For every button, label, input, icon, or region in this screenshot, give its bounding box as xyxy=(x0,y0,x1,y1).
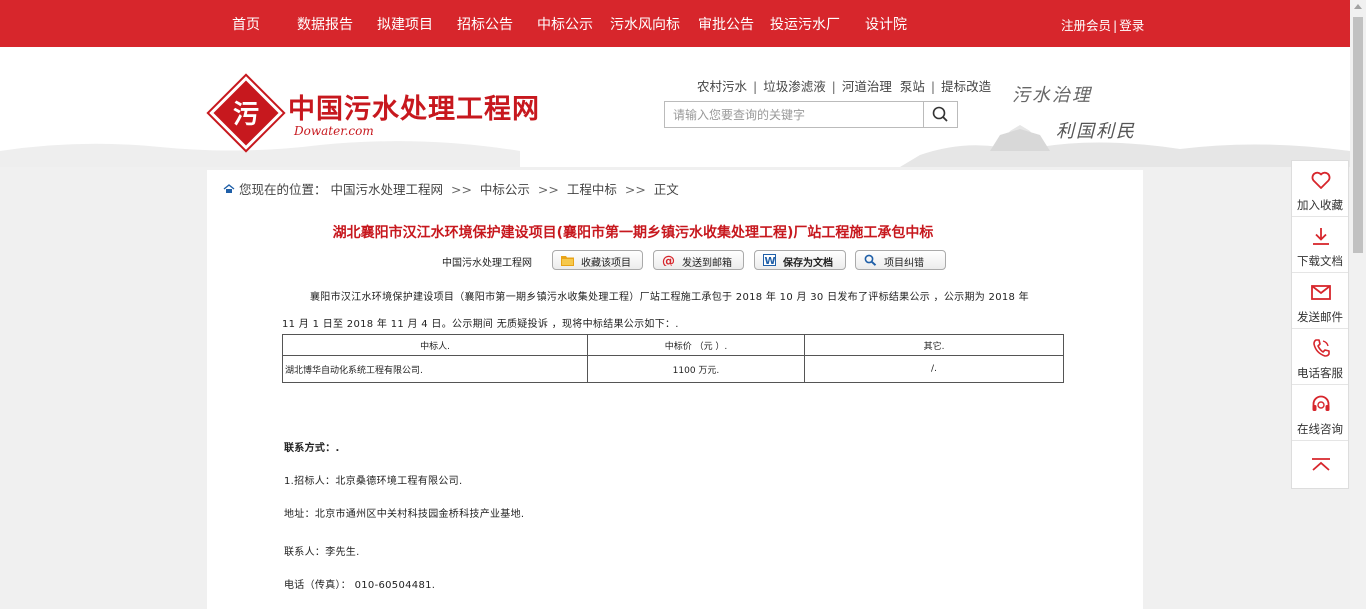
slogan-line-1: 污水治理 xyxy=(1012,85,1092,106)
side-download-doc-label: 下载文档 xyxy=(1297,254,1343,268)
breadcrumb-bid-award[interactable]: 中标公示 xyxy=(480,182,530,197)
nav-proposed-projects[interactable]: 拟建项目 xyxy=(377,14,433,34)
nav-operating-plants[interactable]: 投运污水厂 xyxy=(770,14,840,34)
site-logo-title[interactable]: 中国污水处理工程网 xyxy=(288,87,540,126)
table-header-winner: 中标人. xyxy=(282,334,588,356)
at-icon: @ xyxy=(662,254,675,266)
side-download-doc[interactable]: 下载文档 xyxy=(1292,217,1348,273)
login-link[interactable]: 登录 xyxy=(1119,18,1144,33)
phone-icon xyxy=(1313,339,1330,357)
search-button[interactable] xyxy=(923,102,957,127)
side-phone-service[interactable]: 电话客服 xyxy=(1292,329,1348,385)
breadcrumb-prefix: 您现在的位置： xyxy=(238,182,327,197)
contact-title: 联系方式：. xyxy=(284,443,340,454)
breadcrumb-arrow: >> xyxy=(450,182,472,197)
mail-icon xyxy=(1311,285,1331,300)
logo-character: 污 xyxy=(232,100,259,130)
report-error-label: 项目纠错 xyxy=(884,258,924,269)
bid-result-table: 中标人. 中标价 （元 ）. 其它. 湖北博华自动化系统工程有限公司. 1100… xyxy=(282,334,1064,383)
contact-address: 地址：北京市通州区中关村科技园金桥科技产业基地. xyxy=(284,509,525,520)
table-header-price: 中标价 （元 ）. xyxy=(587,334,805,356)
table-cell-price: 1100 万元. xyxy=(587,355,805,383)
side-online-consult[interactable]: 在线咨询 xyxy=(1292,385,1348,441)
breadcrumb: 您现在的位置： 中国污水处理工程网 >> 中标公示 >> 工程中标 >> 正文 xyxy=(223,179,679,198)
nav-data-report[interactable]: 数据报告 xyxy=(297,14,353,34)
search-box xyxy=(664,101,958,128)
nav-trend[interactable]: 污水风向标 xyxy=(610,14,680,34)
magnifier-icon xyxy=(864,254,877,266)
svg-text:@: @ xyxy=(662,254,675,266)
bookmark-project-button[interactable]: 收藏该项目 xyxy=(552,250,643,270)
nav-approval[interactable]: 审批公告 xyxy=(698,14,754,34)
side-phone-service-label: 电话客服 xyxy=(1297,366,1343,380)
side-add-favorite[interactable]: 加入收藏 xyxy=(1292,161,1348,217)
contact-person: 联系人：李先生. xyxy=(284,547,360,558)
save-document-button[interactable]: W 保存为文档 xyxy=(754,250,846,270)
headset-icon xyxy=(1312,395,1330,411)
home-icon xyxy=(223,184,235,193)
breadcrumb-project-bid[interactable]: 工程中标 xyxy=(567,182,617,197)
side-add-favorite-label: 加入收藏 xyxy=(1297,198,1343,212)
nav-bid-award[interactable]: 中标公示 xyxy=(537,14,593,34)
table-header-other: 其它. xyxy=(804,334,1064,356)
word-doc-icon: W xyxy=(763,254,776,266)
send-email-label: 发送到邮箱 xyxy=(682,258,732,269)
table-header-row: 中标人. 中标价 （元 ）. 其它. xyxy=(282,334,1064,356)
report-error-button[interactable]: 项目纠错 xyxy=(855,250,946,270)
site-header: 污 中国污水处理工程网 Dowater.com 农村污水 | 垃圾渗滤液 | 河… xyxy=(0,47,1350,167)
back-to-top-icon xyxy=(1312,458,1330,471)
back-to-top-button[interactable] xyxy=(1292,441,1348,488)
table-cell-other: /. xyxy=(804,355,1064,383)
nav-design-institute[interactable]: 设计院 xyxy=(865,14,907,34)
page-scrollbar[interactable] xyxy=(1350,0,1366,609)
breadcrumb-arrow: >> xyxy=(624,182,646,197)
download-icon xyxy=(1313,228,1329,245)
side-toolbar: 加入收藏 下载文档 发送邮件 电话客服 在线咨询 xyxy=(1291,160,1349,489)
user-links: 注册会员 | 登录 xyxy=(1061,15,1144,34)
scroll-up-arrow-icon[interactable] xyxy=(1354,4,1362,9)
search-icon xyxy=(932,106,948,122)
user-links-separator: | xyxy=(1113,18,1118,33)
send-email-button[interactable]: @ 发送到邮箱 xyxy=(653,250,744,270)
scroll-thumb[interactable] xyxy=(1353,17,1363,253)
article-paragraph-line1: 襄阳市汉江水环境保护建设项目（襄阳市第一期乡镇污水收集处理工程）厂站工程施工承包… xyxy=(310,292,1029,303)
folder-icon xyxy=(561,256,574,266)
heart-icon xyxy=(1311,171,1331,189)
contact-tenderer: 1.招标人：北京桑德环境工程有限公司. xyxy=(284,476,463,487)
site-domain: Dowater.com xyxy=(294,124,374,138)
register-link[interactable]: 注册会员 xyxy=(1061,18,1111,33)
side-online-consult-label: 在线咨询 xyxy=(1297,422,1343,436)
breadcrumb-home[interactable]: 中国污水处理工程网 xyxy=(330,182,443,197)
article-paragraph-line2: 11 月 1 日至 2018 年 11 月 4 日。公示期间 无质疑投诉 ，现将… xyxy=(282,319,679,330)
slogan-line-2: 利国利民 xyxy=(1056,121,1136,142)
bookmark-project-label: 收藏该项目 xyxy=(581,258,631,269)
nav-tender-notice[interactable]: 招标公告 xyxy=(457,14,513,34)
table-row: 湖北博华自动化系统工程有限公司. 1100 万元. /. xyxy=(282,355,1064,383)
search-input[interactable] xyxy=(665,102,927,127)
breadcrumb-current: 正文 xyxy=(653,182,679,197)
article-source: 中国污水处理工程网 xyxy=(442,258,532,269)
table-cell-winner: 湖北博华自动化系统工程有限公司. xyxy=(282,355,588,383)
nav-home[interactable]: 首页 xyxy=(232,14,260,34)
top-nav-bar: 首页 数据报告 拟建项目 招标公告 中标公示 污水风向标 审批公告 投运污水厂 … xyxy=(0,0,1350,47)
save-document-label: 保存为文档 xyxy=(783,258,833,269)
quick-link-rural-sewage[interactable]: 农村污水 xyxy=(697,79,747,94)
svg-text:W: W xyxy=(765,256,776,266)
quick-link-upgrade[interactable]: 提标改造 xyxy=(941,79,991,94)
quick-links: 农村污水 | 垃圾渗滤液 | 河道治理 泵站 | 提标改造 xyxy=(697,79,992,94)
side-send-mail[interactable]: 发送邮件 xyxy=(1292,273,1348,329)
quick-link-river[interactable]: 河道治理 xyxy=(842,79,892,94)
quick-link-leachate[interactable]: 垃圾渗滤液 xyxy=(763,79,826,94)
contact-phone: 电话（传真）： 010-60504481. xyxy=(284,580,436,591)
breadcrumb-arrow: >> xyxy=(537,182,559,197)
article-title: 湖北襄阳市汉江水环境保护建设项目(襄阳市第一期乡镇污水收集处理工程)厂站工程施工… xyxy=(332,225,934,241)
quick-link-pump-station[interactable]: 泵站 xyxy=(900,79,925,94)
side-send-mail-label: 发送邮件 xyxy=(1297,310,1343,324)
